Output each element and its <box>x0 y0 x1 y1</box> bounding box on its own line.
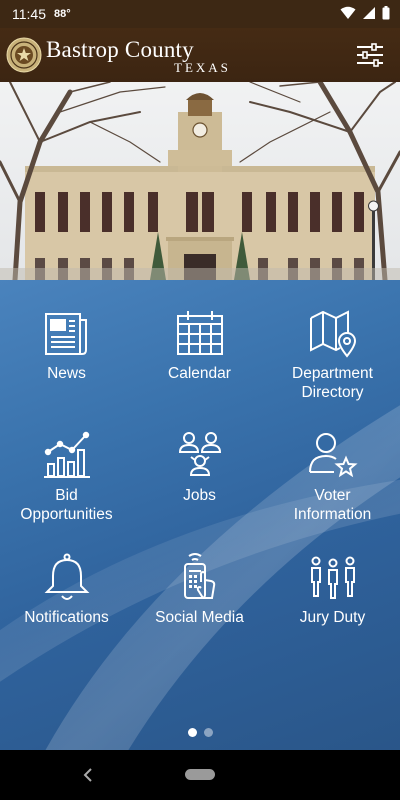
brand: Bastrop County TEXAS <box>46 37 228 76</box>
calendar-icon <box>176 311 223 355</box>
social-media-label: Social Media <box>155 609 244 626</box>
map-pin-icon <box>309 310 356 358</box>
group-icon <box>310 556 355 599</box>
status-bar: 11:45 88° <box>0 0 400 28</box>
user-star-icon <box>308 433 358 478</box>
calendar-tile[interactable]: Calendar <box>133 308 266 383</box>
voter-information-tile[interactable]: Voter Information <box>266 430 399 524</box>
jobs-tile[interactable]: Jobs <box>133 430 266 505</box>
bid-opportunities-label: Bid Opportunities <box>20 487 113 523</box>
calendar-label: Calendar <box>168 365 231 382</box>
settings-sliders-icon[interactable] <box>356 42 384 68</box>
notifications-tile[interactable]: Notifications <box>0 552 133 627</box>
page-dot-1[interactable] <box>187 728 197 737</box>
jobs-label: Jobs <box>183 487 216 504</box>
brand-subtitle: TEXAS <box>174 60 231 75</box>
county-seal-icon <box>6 37 42 73</box>
wifi-icon <box>340 6 356 19</box>
department-directory-label: Department Directory <box>292 365 373 401</box>
back-chevron-icon[interactable] <box>82 768 94 782</box>
news-tile[interactable]: News <box>0 308 133 383</box>
main-menu-panel: News Calendar Department Directory Bid O… <box>0 280 400 750</box>
bell-icon <box>44 553 89 600</box>
battery-icon <box>382 6 390 20</box>
phone-tap-icon <box>183 553 215 599</box>
bid-opportunities-tile[interactable]: Bid Opportunities <box>0 430 133 524</box>
status-temperature: 88° <box>54 8 71 20</box>
newspaper-icon <box>44 313 87 355</box>
system-nav-bar <box>0 750 400 800</box>
app-header: Bastrop County TEXAS <box>0 28 400 82</box>
status-time: 11:45 <box>12 6 46 22</box>
bar-chart-icon <box>43 431 90 478</box>
social-media-tile[interactable]: Social Media <box>133 552 266 627</box>
department-directory-tile[interactable]: Department Directory <box>266 308 399 402</box>
page-dot-2[interactable] <box>203 728 213 737</box>
news-label: News <box>47 365 86 382</box>
brand-name: Bastrop County <box>46 37 194 62</box>
page-indicator <box>0 728 400 737</box>
signal-icon <box>363 7 375 19</box>
jury-duty-tile[interactable]: Jury Duty <box>266 552 399 627</box>
status-icons <box>340 6 390 20</box>
hero-image-courthouse <box>0 82 400 280</box>
home-pill-button[interactable] <box>185 769 215 780</box>
jury-duty-label: Jury Duty <box>299 609 366 626</box>
people-icon <box>178 432 221 476</box>
voter-information-label: Voter Information <box>293 487 372 523</box>
notifications-label: Notifications <box>24 609 109 626</box>
